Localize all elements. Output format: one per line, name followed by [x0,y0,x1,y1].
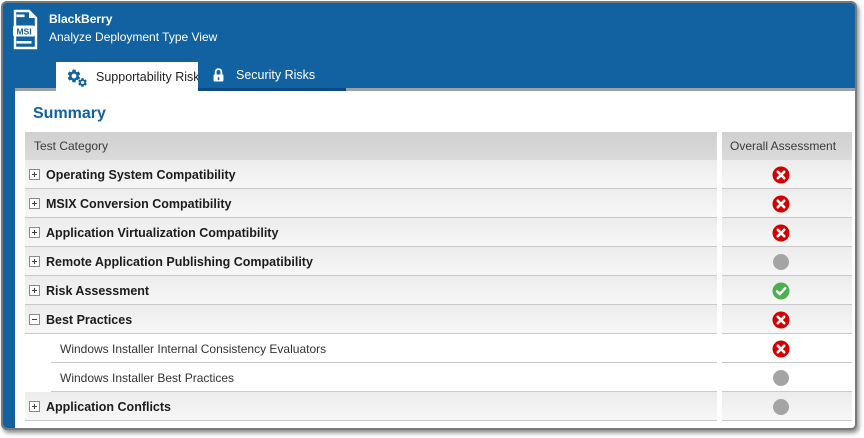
assessment-cell [722,218,852,247]
table-row[interactable]: Remote Application Publishing Compatibil… [25,247,852,276]
table-row[interactable]: Best Practices [25,305,852,334]
assessment-cell [722,363,852,392]
neutral-icon [772,398,790,416]
assessment-cell [722,334,852,363]
assessment-cell [722,305,852,334]
column-header-test-category: Test Category [25,132,717,160]
table-row[interactable]: Application Conflicts [25,392,852,421]
test-category-cell: Windows Installer Internal Consistency E… [25,334,717,363]
test-category-cell: Risk Assessment [25,276,717,305]
test-category-label: Application Conflicts [46,400,171,414]
app-title: BlackBerry [49,12,112,26]
test-category-label: Application Virtualization Compatibility [46,226,278,240]
column-header-overall-assessment: Overall Assessment [722,132,852,160]
test-category-cell: Remote Application Publishing Compatibil… [25,247,717,276]
test-category-label: Remote Application Publishing Compatibil… [46,255,313,269]
expander-icon[interactable] [29,314,40,325]
assessment-cell [722,160,852,189]
tab-label: Supportability Risks [96,70,206,84]
assessment-cell [722,247,852,276]
lock-icon [210,67,227,84]
table-header-row: Test Category Overall Assessment [25,132,852,160]
expander-icon[interactable] [29,285,40,296]
summary-heading: Summary [33,105,855,123]
table-row[interactable]: Application Virtualization Compatibility [25,218,852,247]
test-category-cell: Best Practices [25,305,717,334]
tab-label: Security Risks [236,68,315,82]
assessment-cell [722,276,852,305]
test-category-cell: Application Conflicts [25,392,717,421]
test-category-label: Risk Assessment [46,284,149,298]
neutral-icon [772,369,790,387]
tab-supportability-risks[interactable]: Supportability Risks [56,62,198,91]
view-title: Analyze Deployment Type View [49,30,217,44]
expander-icon[interactable] [29,227,40,238]
gear-icon [66,68,87,86]
expander-icon[interactable] [29,169,40,180]
summary-table-body: Operating System Compatibility MSIX Conv… [25,160,852,421]
app-window: MSI BlackBerry Analyze Deployment Type V… [1,1,857,430]
msi-icon-label: MSI [16,26,31,36]
tab-bar: Supportability Risks Security Risks [56,62,346,91]
fail-icon [772,340,790,358]
test-category-cell: Windows Installer Best Practices [25,363,717,392]
neutral-icon [772,253,790,271]
test-category-cell: MSIX Conversion Compatibility [25,189,717,218]
fail-icon [772,311,790,329]
fail-icon [772,166,790,184]
test-category-label: Windows Installer Internal Consistency E… [60,342,326,356]
content-area: Summary Test Category Overall Assessment… [15,91,855,428]
expander-icon[interactable] [29,256,40,267]
msi-file-icon: MSI [12,9,39,50]
test-category-label: MSIX Conversion Compatibility [46,197,231,211]
table-row[interactable]: Windows Installer Best Practices [25,363,852,392]
table-row[interactable]: MSIX Conversion Compatibility [25,189,852,218]
assessment-cell [722,392,852,421]
test-category-cell: Operating System Compatibility [25,160,717,189]
pass-icon [772,282,790,300]
test-category-label: Operating System Compatibility [46,168,236,182]
summary-table: Test Category Overall Assessment Operati… [25,132,852,421]
tab-security-risks[interactable]: Security Risks [198,62,346,91]
test-category-cell: Application Virtualization Compatibility [25,218,717,247]
table-row[interactable]: Risk Assessment [25,276,852,305]
expander-icon[interactable] [29,401,40,412]
test-category-label: Best Practices [46,313,132,327]
table-row[interactable]: Windows Installer Internal Consistency E… [25,334,852,363]
fail-icon [772,224,790,242]
test-category-label: Windows Installer Best Practices [60,371,234,385]
app-header: MSI BlackBerry Analyze Deployment Type V… [3,3,855,91]
assessment-cell [722,189,852,218]
fail-icon [772,195,790,213]
expander-icon[interactable] [29,198,40,209]
table-row[interactable]: Operating System Compatibility [25,160,852,189]
